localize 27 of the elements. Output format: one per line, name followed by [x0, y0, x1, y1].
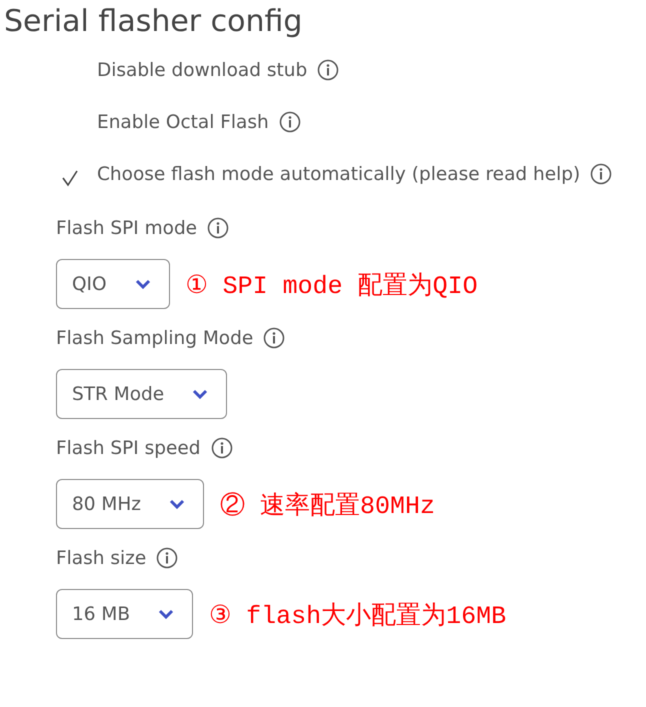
- info-icon[interactable]: [156, 547, 178, 569]
- checkbox-label[interactable]: Enable Octal Flash: [97, 112, 269, 132]
- field-label: Flash size: [56, 548, 146, 568]
- chevron-down-icon: [134, 279, 151, 289]
- chevron-down-icon: [169, 499, 186, 509]
- dropdown[interactable]: STR Mode: [56, 369, 228, 419]
- dropdown[interactable]: QIO: [56, 259, 170, 309]
- info-icon[interactable]: [317, 59, 340, 81]
- annotation-text: ① SPI mode 配置为QIO: [186, 270, 478, 300]
- info-icon[interactable]: [263, 327, 286, 349]
- annotation-text: ② 速率配置80MHz: [220, 490, 436, 520]
- field-label: Flash SPI speed: [56, 438, 200, 458]
- section-title: Serial flasher config: [4, 3, 302, 41]
- info-icon[interactable]: [590, 163, 612, 185]
- chevron-down-icon: [192, 389, 208, 399]
- chevron-down-icon: [158, 609, 174, 619]
- annotation-text: ③ flash大小配置为16MB: [209, 600, 506, 630]
- info-icon[interactable]: [278, 111, 301, 133]
- dropdown[interactable]: 16 MB: [56, 589, 194, 639]
- checkbox-label[interactable]: Choose flash mode automatically (please read help): [97, 164, 580, 184]
- checkbox-label[interactable]: Disable download stub: [97, 60, 308, 80]
- checkmark-icon[interactable]: [60, 168, 80, 188]
- info-icon[interactable]: [207, 217, 230, 239]
- dropdown[interactable]: 80 MHz: [56, 479, 204, 529]
- info-icon[interactable]: [210, 437, 232, 459]
- field-label: Flash SPI mode: [56, 218, 198, 238]
- field-label: Flash Sampling Mode: [56, 328, 254, 348]
